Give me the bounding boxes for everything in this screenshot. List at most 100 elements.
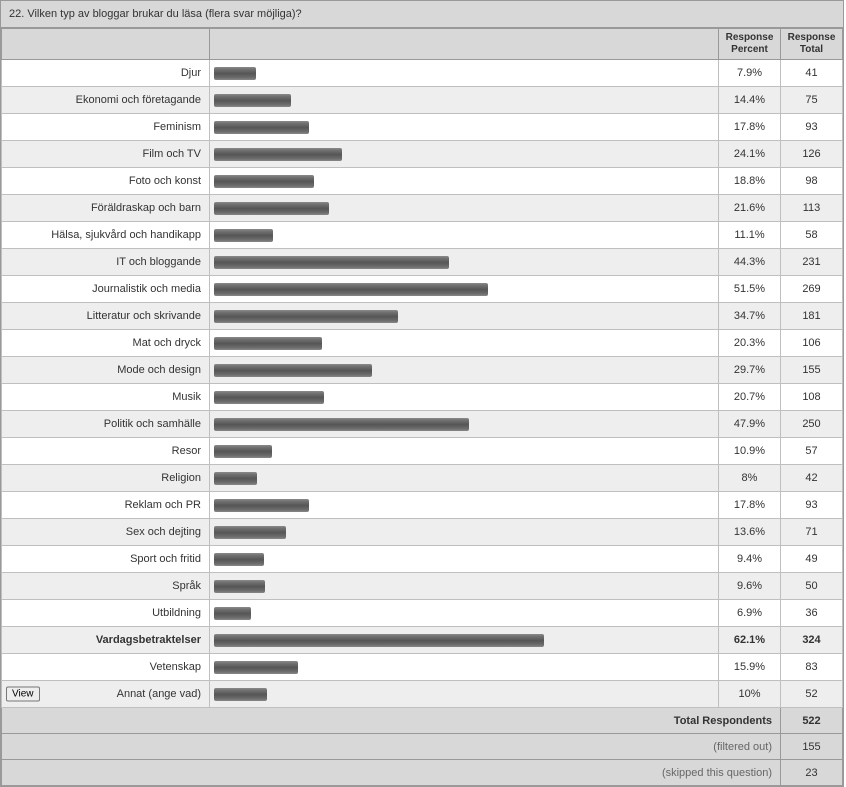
response-bar xyxy=(214,472,257,485)
response-bar xyxy=(214,310,398,323)
summary-row: Total Respondents522 xyxy=(2,708,843,734)
response-percent: 7.9% xyxy=(719,60,781,87)
response-percent: 14.4% xyxy=(719,87,781,114)
table-header-row: Response Percent Response Total xyxy=(2,29,843,60)
response-percent: 29.7% xyxy=(719,357,781,384)
response-bar xyxy=(214,661,298,674)
row-label: Journalistik och media xyxy=(92,283,201,295)
response-percent: 47.9% xyxy=(719,411,781,438)
row-label: Musik xyxy=(172,391,201,403)
bar-cell xyxy=(210,87,719,114)
table-row: Föräldraskap och barn21.6%113 xyxy=(2,195,843,222)
row-label-cell: Hälsa, sjukvård och handikapp xyxy=(2,222,210,249)
bar-cell xyxy=(210,60,719,87)
bar-cell xyxy=(210,141,719,168)
bar-cell xyxy=(210,195,719,222)
response-bar xyxy=(214,229,273,242)
response-bar xyxy=(214,553,264,566)
row-label-cell: Sex och dejting xyxy=(2,519,210,546)
row-label-cell: Mode och design xyxy=(2,357,210,384)
response-total: 75 xyxy=(781,87,843,114)
row-label-cell: Litteratur och skrivande xyxy=(2,303,210,330)
bar-cell xyxy=(210,249,719,276)
row-label-cell: Foto och konst xyxy=(2,168,210,195)
response-percent: 15.9% xyxy=(719,654,781,681)
response-percent: 10% xyxy=(719,681,781,708)
summary-value: 155 xyxy=(781,734,843,760)
response-percent: 10.9% xyxy=(719,438,781,465)
question-title: 22. Vilken typ av bloggar brukar du läsa… xyxy=(1,1,843,28)
response-total: 231 xyxy=(781,249,843,276)
row-label-cell: Föräldraskap och barn xyxy=(2,195,210,222)
table-row: Litteratur och skrivande34.7%181 xyxy=(2,303,843,330)
response-percent: 44.3% xyxy=(719,249,781,276)
row-label: Föräldraskap och barn xyxy=(91,202,201,214)
bar-cell xyxy=(210,492,719,519)
response-bar xyxy=(214,256,449,269)
header-response-percent: Response Percent xyxy=(719,29,781,60)
response-percent: 20.3% xyxy=(719,330,781,357)
table-row: Djur7.9%41 xyxy=(2,60,843,87)
response-total: 93 xyxy=(781,114,843,141)
response-total: 58 xyxy=(781,222,843,249)
response-percent: 51.5% xyxy=(719,276,781,303)
bar-cell xyxy=(210,330,719,357)
table-row: Reklam och PR17.8%93 xyxy=(2,492,843,519)
table-row: Utbildning6.9%36 xyxy=(2,600,843,627)
bar-cell xyxy=(210,411,719,438)
response-total: 52 xyxy=(781,681,843,708)
row-label: Vardagsbetraktelser xyxy=(96,634,201,646)
response-percent: 17.8% xyxy=(719,114,781,141)
bar-cell xyxy=(210,546,719,573)
bar-cell xyxy=(210,303,719,330)
bar-cell xyxy=(210,276,719,303)
response-percent: 11.1% xyxy=(719,222,781,249)
row-label-cell: Religion xyxy=(2,465,210,492)
header-tot-l2: Total xyxy=(800,44,823,55)
response-percent: 8% xyxy=(719,465,781,492)
response-total: 83 xyxy=(781,654,843,681)
response-total: 49 xyxy=(781,546,843,573)
row-label-cell: Djur xyxy=(2,60,210,87)
response-bar xyxy=(214,445,272,458)
bar-cell xyxy=(210,465,719,492)
response-bar xyxy=(214,175,314,188)
response-bar xyxy=(214,418,469,431)
row-label-cell: Feminism xyxy=(2,114,210,141)
table-row: View Annat (ange vad) 10%52 xyxy=(2,681,843,708)
response-bar xyxy=(214,283,488,296)
table-row: Resor 10.9%57 xyxy=(2,438,843,465)
row-label-cell: Vardagsbetraktelser xyxy=(2,627,210,654)
row-label-cell: IT och bloggande xyxy=(2,249,210,276)
row-label-cell: Film och TV xyxy=(2,141,210,168)
response-total: 106 xyxy=(781,330,843,357)
bar-cell xyxy=(210,384,719,411)
bar-cell xyxy=(210,222,719,249)
table-row: Sport och fritid9.4%49 xyxy=(2,546,843,573)
row-label: Sport och fritid xyxy=(130,553,201,565)
response-bar xyxy=(214,580,265,593)
survey-panel: 22. Vilken typ av bloggar brukar du läsa… xyxy=(0,0,844,787)
response-total: 36 xyxy=(781,600,843,627)
row-label: Mat och dryck xyxy=(133,337,201,349)
view-button[interactable]: View xyxy=(6,687,40,702)
row-label: IT och bloggande xyxy=(116,256,201,268)
response-bar xyxy=(214,391,324,404)
response-bar xyxy=(214,607,251,620)
table-row: Religion 8%42 xyxy=(2,465,843,492)
row-label-cell: Resor xyxy=(2,438,210,465)
response-total: 155 xyxy=(781,357,843,384)
row-label: Hälsa, sjukvård och handikapp xyxy=(51,229,201,241)
response-percent: 20.7% xyxy=(719,384,781,411)
response-total: 42 xyxy=(781,465,843,492)
row-label: Foto och konst xyxy=(129,175,201,187)
response-total: 50 xyxy=(781,573,843,600)
header-tot-l1: Response xyxy=(788,32,836,43)
row-label: Religion xyxy=(161,472,201,484)
table-row: Feminism 17.8%93 xyxy=(2,114,843,141)
row-label: Mode och design xyxy=(117,364,201,376)
response-total: 57 xyxy=(781,438,843,465)
response-bar xyxy=(214,148,342,161)
row-label: Annat (ange vad) xyxy=(117,688,201,700)
response-bar xyxy=(214,526,286,539)
